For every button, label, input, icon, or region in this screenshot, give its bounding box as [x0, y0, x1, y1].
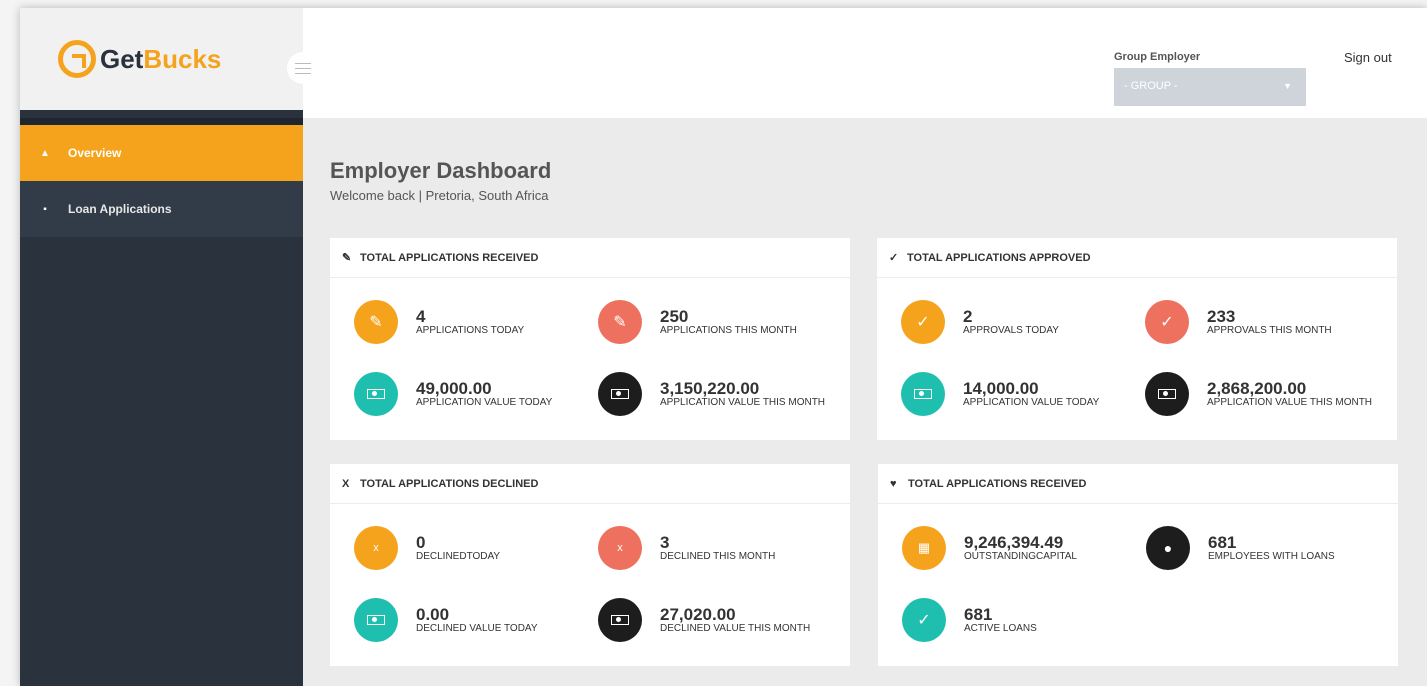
- x-icon: X: [342, 477, 350, 490]
- stat-employees-with-loans: ● 681 EMPLOYEES WITH LOANS: [1146, 526, 1335, 570]
- stat-label: APPROVALS TODAY: [963, 324, 1059, 336]
- stat-label: ACTIVE LOANS: [964, 622, 1037, 634]
- check-icon: ✓: [901, 300, 945, 344]
- stat-value: 27,020.00: [660, 604, 736, 624]
- money-icon: [1145, 372, 1189, 416]
- card-applications-approved: ✓ TOTAL APPLICATIONS APPROVED ✓ 2 APPROVA…: [877, 238, 1397, 440]
- stat-declined-today: x 0 DECLINEDTODAY: [354, 526, 500, 570]
- pencil-icon: ✎: [342, 252, 352, 264]
- stat-label: APPLICATION VALUE TODAY: [963, 396, 1100, 408]
- user-icon: ●: [1146, 526, 1190, 570]
- sidebar-item-overview[interactable]: ▲ Overview: [20, 125, 303, 181]
- money-icon: [354, 598, 398, 642]
- group-select-value: - GROUP -: [1124, 80, 1178, 92]
- stat-label: APPLICATION VALUE THIS MONTH: [1207, 396, 1373, 408]
- stat-declined-value-month: 27,020.00 DECLINED VALUE THIS MONTH: [598, 598, 810, 642]
- stat-declined-month: x 3 DECLINED THIS MONTH: [598, 526, 775, 570]
- stat-value: 3: [660, 532, 670, 552]
- stat-value: 681: [1208, 532, 1237, 552]
- stat-label: DECLINED VALUE THIS MONTH: [660, 622, 811, 634]
- sign-out-link[interactable]: Sign out: [1344, 50, 1392, 65]
- money-icon: [901, 372, 945, 416]
- stat-value: 3,150,220.00: [660, 378, 760, 398]
- stat-label: APPROVALS THIS MONTH: [1207, 324, 1332, 336]
- stat-value: 233: [1207, 306, 1236, 326]
- card-header: X TOTAL APPLICATIONS DECLINED: [330, 464, 850, 504]
- stat-value: 14,000.00: [963, 378, 1039, 398]
- money-icon: [598, 372, 642, 416]
- card-loans-summary: ♥ TOTAL APPLICATIONS RECEIVED ▦ 9,246,39…: [878, 464, 1398, 666]
- stat-approvals-today: ✓ 2 APPROVALS TODAY: [901, 300, 1059, 344]
- stat-label: APPLICATION VALUE TODAY: [416, 396, 553, 408]
- stat-declined-value-today: 0.00 DECLINED VALUE TODAY: [354, 598, 538, 642]
- stat-value: 2,868,200.00: [1207, 378, 1307, 398]
- stat-label: EMPLOYEES WITH LOANS: [1208, 550, 1335, 562]
- card-header: ✎ TOTAL APPLICATIONS RECEIVED: [330, 238, 850, 278]
- menu-toggle-icon[interactable]: [287, 52, 319, 84]
- check-icon: ✓: [889, 252, 899, 264]
- sidebar-item-label: Loan Applications: [68, 202, 172, 216]
- heart-icon: ♥: [890, 477, 897, 490]
- stat-value-month: 3,150,220.00 APPLICATION VALUE THIS MONTH: [598, 372, 825, 416]
- stat-value: 0.00: [416, 604, 450, 624]
- card-title: TOTAL APPLICATIONS APPROVED: [907, 251, 1091, 264]
- money-icon: ▪: [43, 203, 47, 215]
- page-subtitle: Welcome back | Pretoria, South Africa: [330, 188, 549, 203]
- stat-outstanding-capital: ▦ 9,246,394.49 OUTSTANDINGCAPITAL: [902, 526, 1077, 570]
- stat-value: 4: [416, 306, 426, 326]
- app-window: GetBucks ▲ Overview ▪ Loan Applications …: [20, 8, 1427, 686]
- stat-value: 681: [964, 604, 993, 624]
- stat-label: DECLINED VALUE TODAY: [416, 622, 538, 634]
- sidebar-item-label: Overview: [68, 146, 122, 160]
- x-icon: x: [354, 526, 398, 570]
- top-bar: Group Employer - GROUP - ▼ Sign out: [287, 8, 1427, 118]
- stat-label: DECLINED THIS MONTH: [660, 550, 776, 562]
- stat-approved-value-month: 2,868,200.00 APPLICATION VALUE THIS MONTH: [1145, 372, 1372, 416]
- stat-value: 49,000.00: [416, 378, 492, 398]
- card-header: ✓ TOTAL APPLICATIONS APPROVED: [877, 238, 1397, 278]
- calculator-icon: ▦: [902, 526, 946, 570]
- chevron-down-icon: ▼: [1283, 81, 1292, 91]
- stat-active-loans: ✓ 681 ACTIVE LOANS: [902, 598, 1037, 642]
- sidebar-item-loan-applications[interactable]: ▪ Loan Applications: [20, 181, 303, 237]
- sidebar: GetBucks ▲ Overview ▪ Loan Applications: [20, 8, 303, 686]
- card-applications-received: ✎ TOTAL APPLICATIONS RECEIVED ✎ 4 APPLICA…: [330, 238, 850, 440]
- sidebar-divider: [20, 118, 303, 125]
- stat-label: APPLICATIONS THIS MONTH: [660, 324, 797, 336]
- stat-applications-month: ✎ 250 APPLICATIONS THIS MONTH: [598, 300, 797, 344]
- getbucks-logo-icon: [58, 40, 96, 78]
- logo[interactable]: GetBucks: [20, 8, 303, 110]
- stat-value: 0: [416, 532, 426, 552]
- stat-value: 9,246,394.49: [964, 532, 1064, 552]
- stat-value-today: 49,000.00 APPLICATION VALUE TODAY: [354, 372, 552, 416]
- stat-label: DECLINEDTODAY: [416, 550, 501, 562]
- stat-applications-today: ✎ 4 APPLICATIONS TODAY: [354, 300, 524, 344]
- check-icon: ✓: [902, 598, 946, 642]
- stat-value: 2: [963, 306, 973, 326]
- page-title: Employer Dashboard: [330, 158, 552, 183]
- logo-text: GetBucks: [100, 43, 222, 74]
- money-icon: [598, 598, 642, 642]
- group-employer-select[interactable]: - GROUP - ▼: [1114, 68, 1306, 106]
- card-title: TOTAL APPLICATIONS RECEIVED: [360, 251, 539, 264]
- stat-approved-value-today: 14,000.00 APPLICATION VALUE TODAY: [901, 372, 1099, 416]
- pencil-icon: ✎: [354, 300, 398, 344]
- card-title: TOTAL APPLICATIONS DECLINED: [360, 477, 539, 490]
- card-title: TOTAL APPLICATIONS RECEIVED: [908, 477, 1087, 490]
- group-employer-label: Group Employer: [1114, 51, 1201, 63]
- check-icon: ✓: [1145, 300, 1189, 344]
- dashboard-icon: ▲: [40, 147, 50, 159]
- stat-value: 250: [660, 306, 689, 326]
- stat-label: OUTSTANDINGCAPITAL: [964, 550, 1077, 562]
- card-applications-declined: X TOTAL APPLICATIONS DECLINED x 0 DECLINE…: [330, 464, 850, 666]
- money-icon: [354, 372, 398, 416]
- stat-label: APPLICATIONS TODAY: [416, 324, 525, 336]
- x-icon: x: [598, 526, 642, 570]
- stat-label: APPLICATION VALUE THIS MONTH: [660, 396, 826, 408]
- card-header: ♥ TOTAL APPLICATIONS RECEIVED: [878, 464, 1398, 504]
- stat-approvals-month: ✓ 233 APPROVALS THIS MONTH: [1145, 300, 1332, 344]
- pencil-icon: ✎: [598, 300, 642, 344]
